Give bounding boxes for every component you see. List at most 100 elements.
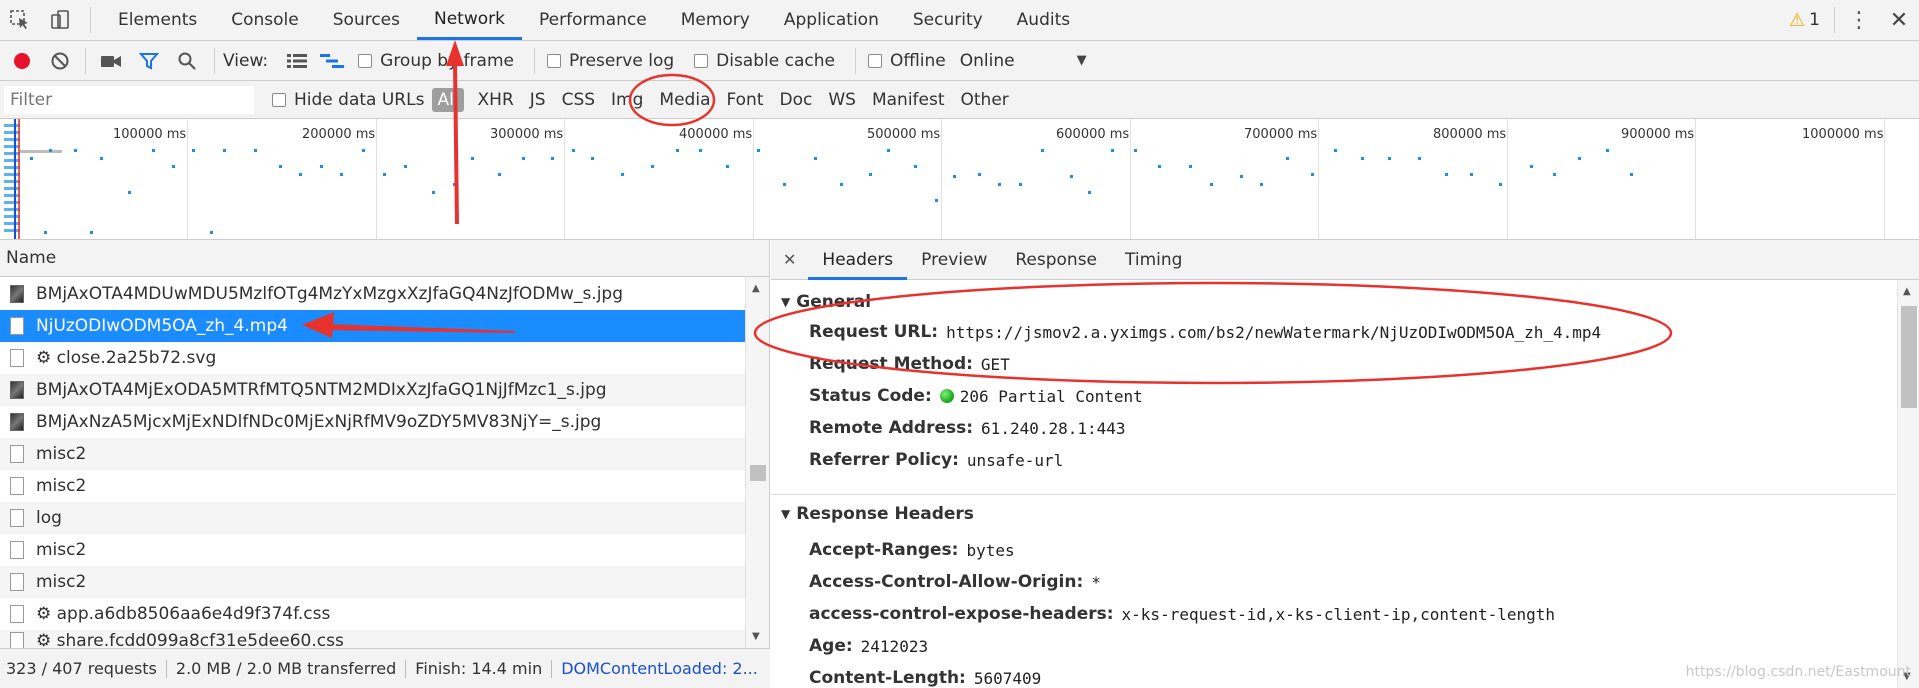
- tab-headers[interactable]: Headers: [808, 240, 908, 280]
- filter-type-js[interactable]: JS: [522, 90, 554, 110]
- status-divider: [405, 659, 407, 678]
- filter-type-doc[interactable]: Doc: [772, 90, 821, 110]
- timeline-request-dot: [869, 173, 872, 176]
- timeline-request-dot: [1530, 165, 1533, 168]
- scroll-up-arrow-icon[interactable]: ▲: [1903, 286, 1911, 297]
- toolbar-divider: [85, 47, 86, 74]
- filter-type-xhr[interactable]: XHR: [470, 90, 522, 110]
- tab-preview[interactable]: Preview: [907, 240, 1001, 280]
- tab-console[interactable]: Console: [214, 0, 316, 40]
- request-row[interactable]: misc2: [0, 470, 745, 502]
- tab-memory[interactable]: Memory: [664, 0, 767, 40]
- warnings-counter[interactable]: ⚠ 1: [1779, 10, 1830, 31]
- timeline-request-dot: [651, 165, 654, 168]
- timeline-request-dot: [299, 173, 302, 176]
- clear-icon[interactable]: [41, 42, 79, 80]
- network-status-bar: 323 / 407 requests 2.0 MB / 2.0 MB trans…: [0, 648, 770, 688]
- remote-address-row: Remote Address: 61.240.28.1:443: [809, 418, 1126, 438]
- network-overview-timeline[interactable]: 100000 ms 200000 ms 300000 ms 400000 ms …: [0, 119, 1919, 240]
- timeline-request-dot: [1088, 191, 1091, 194]
- details-scrollbar[interactable]: ▲ ▼: [1897, 280, 1919, 688]
- tab-timing[interactable]: Timing: [1111, 240, 1196, 280]
- checkbox-box: [272, 92, 286, 107]
- timeline-request-dot: [1418, 157, 1421, 160]
- preserve-log-checkbox[interactable]: Preserve log: [546, 50, 675, 71]
- file-icon: [10, 632, 24, 648]
- timeline-request-dot: [1606, 149, 1609, 152]
- image-file-icon: [10, 413, 24, 431]
- throttling-select[interactable]: Online ▼: [960, 51, 1087, 71]
- scrollbar-thumb[interactable]: [1901, 306, 1917, 408]
- hide-data-urls-checkbox[interactable]: Hide data URLs: [272, 90, 424, 110]
- inspect-element-icon[interactable]: [0, 0, 40, 40]
- filter-funnel-icon[interactable]: [130, 42, 168, 80]
- request-name: ⚙ app.a6db8506aa6e4d9f374f.css: [36, 604, 331, 624]
- timeline-request-dot: [383, 173, 386, 176]
- close-details-icon[interactable]: ✕: [771, 250, 808, 269]
- request-method-row: Request Method: GET: [809, 354, 1010, 374]
- request-name: ⚙ share.fcdd099a8cf31e5dee60.css: [36, 631, 344, 648]
- tab-application[interactable]: Application: [767, 0, 896, 40]
- request-row[interactable]: BMjAxOTA4MjExODA5MTRfMTQ5NTM2MDIxXzJfaGQ…: [0, 374, 745, 406]
- general-section-title: General: [796, 292, 872, 312]
- preserve-log-label: Preserve log: [568, 50, 675, 71]
- tab-performance[interactable]: Performance: [522, 0, 664, 40]
- tab-response[interactable]: Response: [1001, 240, 1111, 280]
- response-headers-section-header[interactable]: ▼ Response Headers: [781, 504, 974, 524]
- timeline-request-dot: [432, 191, 435, 194]
- status-code-value: 206 Partial Content: [959, 386, 1143, 406]
- network-toolbar: View: Group by frame Preserve log Disabl…: [0, 41, 1919, 81]
- request-row[interactable]: ⚙ app.a6db8506aa6e4d9f374f.css: [0, 598, 745, 630]
- filter-type-css[interactable]: CSS: [554, 90, 603, 110]
- filter-input[interactable]: [4, 85, 254, 114]
- name-column-header[interactable]: Name: [0, 240, 769, 277]
- timeline-request-dot: [699, 149, 702, 152]
- request-row[interactable]: misc2: [0, 438, 745, 470]
- close-devtools-icon[interactable]: ✕: [1879, 0, 1919, 40]
- request-row[interactable]: ⚙ close.2a25b72.svg: [0, 342, 745, 374]
- request-row[interactable]: BMjAxOTA4MDUwMDU5MzlfOTg4MzYxMzgxXzJfaGQ…: [0, 278, 745, 310]
- tab-elements[interactable]: Elements: [101, 0, 214, 40]
- filter-type-ws[interactable]: WS: [820, 90, 864, 110]
- tab-security[interactable]: Security: [896, 0, 1000, 40]
- timeline-request-dot: [74, 149, 77, 152]
- group-by-frame-checkbox[interactable]: Group by frame: [358, 51, 514, 71]
- checkbox-box: [694, 53, 709, 68]
- request-row[interactable]: BMjAxNzA5MjcxMjExNDlfNDc0MjExNjRfMV9oZDY…: [0, 406, 745, 438]
- offline-checkbox[interactable]: Offline: [867, 51, 946, 71]
- request-row[interactable]: misc2: [0, 566, 745, 598]
- filter-type-other[interactable]: Other: [953, 90, 1017, 110]
- tab-audits[interactable]: Audits: [1000, 0, 1087, 40]
- view-label: View:: [223, 50, 269, 71]
- device-toolbar-icon[interactable]: [40, 0, 80, 40]
- waterfall-overview-icon[interactable]: [312, 42, 352, 80]
- filter-type-all[interactable]: All: [432, 87, 464, 112]
- request-row[interactable]: misc2: [0, 534, 745, 566]
- search-icon[interactable]: [168, 42, 206, 80]
- request-url-row: Request URL: https://jsmov2.a.yximgs.com…: [809, 322, 1601, 342]
- filter-type-font[interactable]: Font: [718, 90, 771, 110]
- record-button[interactable]: [3, 42, 41, 80]
- timeline-request-dot: [953, 175, 956, 178]
- file-icon: [10, 573, 24, 591]
- general-section-header[interactable]: ▼ General: [781, 292, 871, 312]
- timeline-label: 900000 ms: [1621, 127, 1695, 142]
- filter-type-img[interactable]: Img: [603, 90, 651, 110]
- scroll-down-arrow-icon[interactable]: ▼: [752, 631, 760, 642]
- filter-type-manifest[interactable]: Manifest: [864, 90, 953, 110]
- tab-sources[interactable]: Sources: [316, 0, 417, 40]
- request-row-selected[interactable]: NjUzODIwODM5OA_zh_4.mp4: [0, 310, 745, 342]
- large-rows-list-icon[interactable]: [282, 42, 312, 80]
- filter-type-media[interactable]: Media: [651, 90, 718, 110]
- screenshot-camera-icon[interactable]: [92, 42, 130, 80]
- disable-cache-checkbox[interactable]: Disable cache: [694, 51, 835, 71]
- checkbox-box: [546, 53, 561, 68]
- more-menu-icon[interactable]: ⋮: [1839, 0, 1879, 40]
- tab-network[interactable]: Network: [417, 0, 522, 40]
- timeline-request-dot: [44, 231, 47, 234]
- request-list-scrollbar[interactable]: ▲ ▼: [745, 277, 769, 648]
- request-row[interactable]: ⚙ share.fcdd099a8cf31e5dee60.css: [0, 630, 745, 648]
- scroll-up-arrow-icon[interactable]: ▲: [752, 283, 760, 294]
- request-row[interactable]: log: [0, 502, 745, 534]
- scrollbar-thumb[interactable]: [750, 465, 766, 481]
